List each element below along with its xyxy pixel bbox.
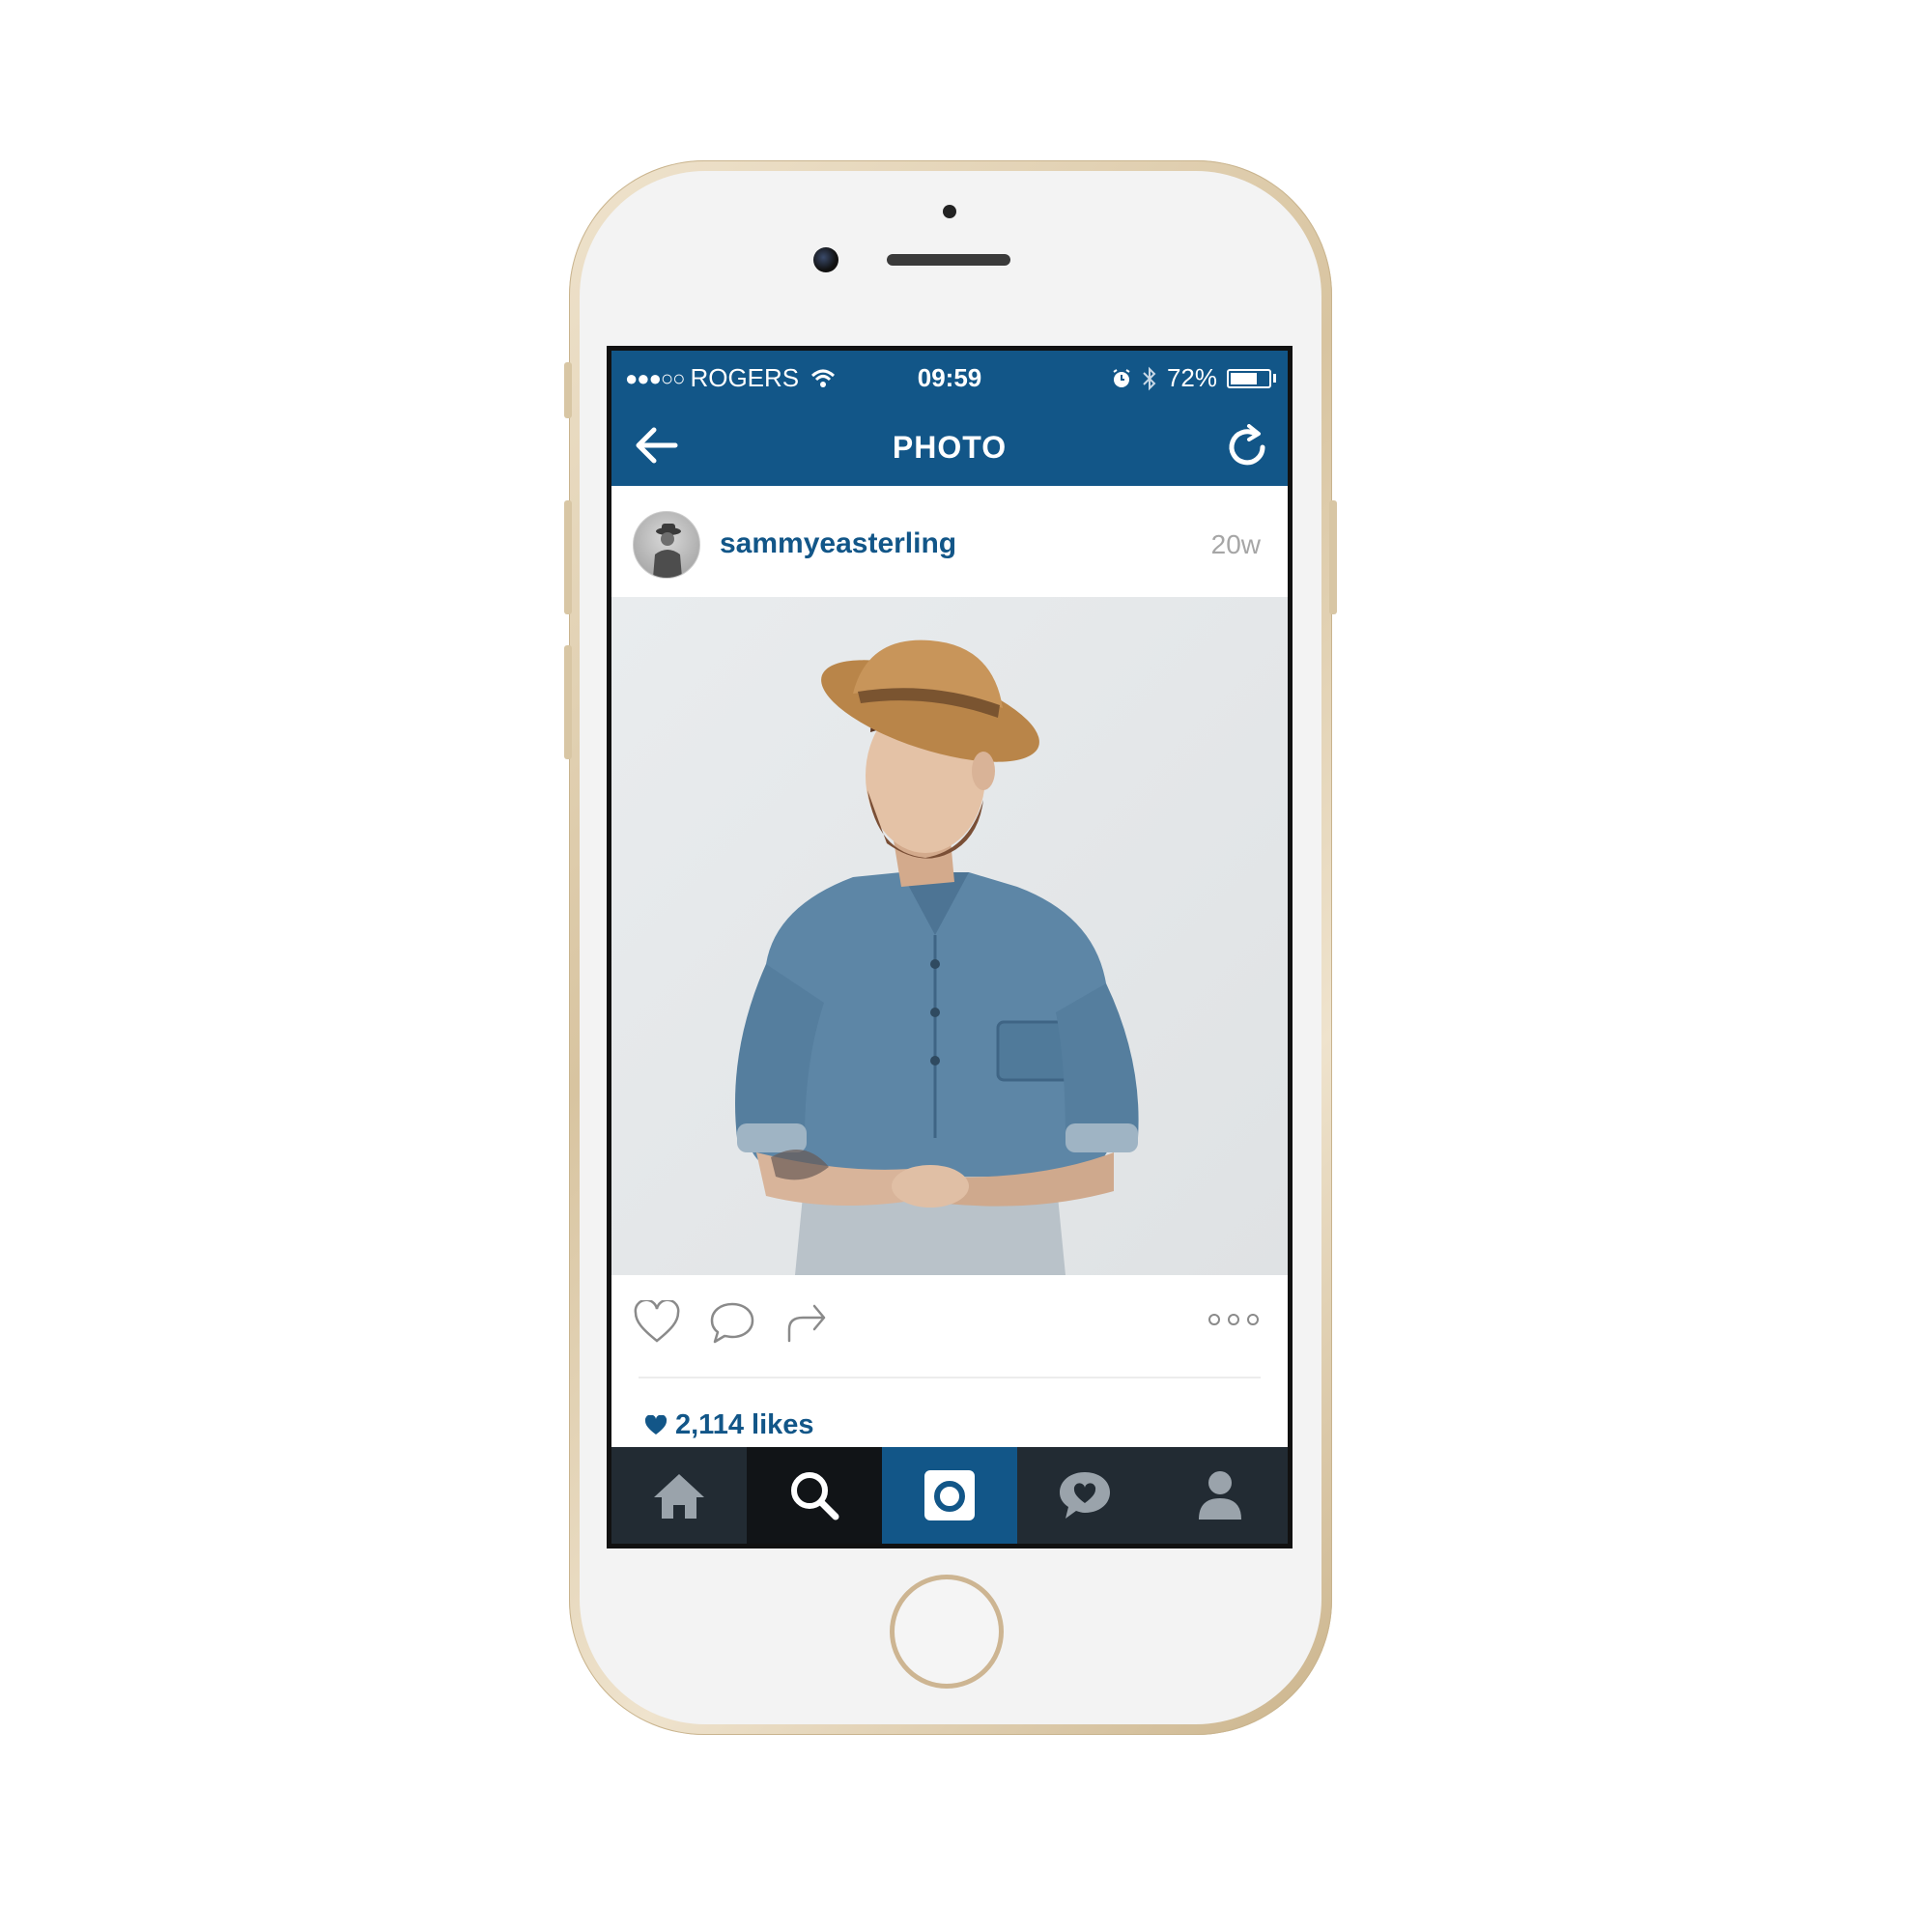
heart-icon[interactable] [633, 1300, 681, 1345]
likes-row[interactable]: 2,114 likes [644, 1409, 814, 1441]
volume-up-button [564, 500, 572, 614]
tab-profile[interactable] [1152, 1447, 1288, 1544]
status-right: 72% [1111, 363, 1276, 393]
small-heart-icon [644, 1414, 668, 1435]
home-button[interactable] [890, 1575, 1004, 1689]
more-options-icon[interactable] [1207, 1310, 1261, 1329]
tab-camera[interactable] [882, 1447, 1017, 1544]
avatar-person-icon [653, 524, 682, 578]
avatar[interactable] [633, 511, 700, 579]
front-camera [813, 247, 838, 272]
page-title: PHOTO [892, 430, 1008, 465]
battery-percent: 72% [1166, 363, 1217, 392]
camera-icon [924, 1470, 975, 1520]
phone-screen: ●●●○○ ROGERS 09:59 72% PHOTO sammyeaster… [607, 346, 1293, 1548]
proximity-sensor [943, 205, 956, 218]
post-header: sammyeasterling 20w [611, 486, 1288, 597]
tab-bar [611, 1447, 1288, 1544]
tab-home[interactable] [611, 1447, 747, 1544]
post-photo[interactable] [611, 597, 1288, 1275]
mute-switch [564, 362, 572, 418]
alarm-icon [1113, 368, 1130, 387]
search-icon [791, 1472, 839, 1520]
battery-icon [1227, 368, 1271, 388]
post-username[interactable]: sammyeasterling [720, 527, 956, 560]
battery-fill [1231, 372, 1257, 384]
tab-activity[interactable] [1017, 1447, 1152, 1544]
home-icon [654, 1474, 704, 1519]
post-age: 20w [1210, 529, 1261, 559]
tab-search[interactable] [747, 1447, 882, 1544]
power-button [1329, 500, 1337, 614]
post-actions [611, 1275, 1288, 1372]
actions-divider [639, 1377, 1261, 1378]
photo-man-in-hat [611, 597, 1288, 1275]
likes-count: 2,114 likes [675, 1409, 814, 1440]
volume-down-button [564, 645, 572, 759]
profile-icon [1199, 1471, 1241, 1520]
status-bar: ●●●○○ ROGERS 09:59 72% [611, 351, 1288, 405]
bluetooth-icon [1143, 366, 1156, 390]
comment-icon[interactable] [708, 1300, 756, 1345]
nav-bar: PHOTO [611, 405, 1288, 486]
share-icon[interactable] [783, 1300, 832, 1345]
refresh-icon[interactable] [1226, 424, 1268, 469]
earpiece-speaker [887, 254, 1010, 266]
battery-tip [1273, 374, 1276, 383]
activity-icon [1060, 1472, 1110, 1519]
